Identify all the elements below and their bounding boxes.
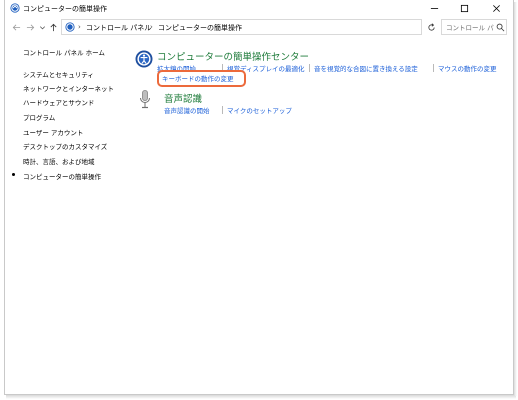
current-item-bullet: [12, 173, 15, 176]
chevron-down-icon: [39, 25, 45, 29]
set-up-microphone-link[interactable]: マイクのセットアップ: [227, 105, 292, 115]
search-icon[interactable]: [496, 23, 505, 32]
breadcrumb-ease-of-access[interactable]: コンピューターの簡単操作: [158, 23, 242, 33]
breadcrumb-control-panel[interactable]: コントロール パネル: [86, 23, 151, 33]
recent-locations-button[interactable]: [37, 22, 47, 32]
link-separator: [309, 64, 310, 72]
refresh-button[interactable]: [426, 21, 437, 33]
link-separator: [433, 64, 434, 72]
search-box[interactable]: [441, 19, 507, 35]
close-button[interactable]: [481, 0, 511, 17]
highlight-box: [157, 70, 246, 87]
minimize-icon: [430, 8, 438, 9]
microphone-icon: [140, 90, 150, 109]
minimize-button[interactable]: [419, 0, 449, 17]
start-speech-recognition-link[interactable]: 音声認識の開始: [164, 105, 210, 115]
up-button[interactable]: [48, 22, 58, 32]
sidebar-item-ease-of-access[interactable]: コンピューターの簡単操作: [12, 171, 101, 181]
link-separator: [222, 106, 223, 114]
ease-of-access-icon: [135, 50, 153, 68]
window-title: コンピューターの簡単操作: [23, 5, 107, 13]
sidebar-item-programs[interactable]: プログラム: [23, 112, 55, 122]
back-button[interactable]: [11, 22, 21, 32]
window-shadow: [514, 2, 517, 396]
ease-center-title[interactable]: コンピューターの簡単操作センター: [157, 49, 309, 63]
breadcrumb-separator: ›: [78, 23, 81, 31]
sidebar-item-label: コンピューターの簡単操作: [23, 173, 101, 181]
sidebar-item-system-security[interactable]: システムとセキュリティ: [23, 69, 94, 79]
up-arrow-icon: [50, 23, 56, 31]
sidebar-item-hardware-sound[interactable]: ハードウェアとサウンド: [23, 97, 94, 107]
window-shadow: [6, 395, 516, 399]
sidebar-item-user-accounts[interactable]: ユーザー アカウント: [23, 127, 83, 137]
title-bar: コンピューターの簡単操作: [5, 0, 513, 17]
speech-recognition-title[interactable]: 音声認識: [164, 91, 202, 105]
sidebar-item-appearance[interactable]: デスクトップのカスタマイズ: [23, 141, 107, 151]
forward-button[interactable]: [25, 22, 35, 32]
ease-of-access-icon: [65, 22, 75, 32]
sidebar-item-control-panel-home[interactable]: コントロール パネル ホーム: [23, 47, 105, 57]
breadcrumb-separator: ›: [150, 23, 153, 31]
maximize-icon: [460, 4, 468, 13]
back-arrow-icon: [12, 24, 20, 30]
ease-of-access-icon: [10, 3, 20, 13]
refresh-icon: [428, 22, 435, 31]
sidebar-item-network-internet[interactable]: ネットワークとインターネット: [23, 83, 114, 93]
window: コンピューターの簡単操作 › コントロール パネル › コンピューターの簡単操作…: [4, 0, 514, 395]
maximize-button[interactable]: [449, 0, 479, 17]
navigation-bar: › コントロール パネル › コンピューターの簡単操作: [5, 18, 513, 38]
close-icon: [492, 5, 500, 12]
search-input[interactable]: [446, 22, 494, 33]
address-bar[interactable]: › コントロール パネル › コンピューターの簡単操作: [61, 19, 475, 35]
forward-arrow-icon: [26, 24, 34, 30]
visual-alternatives-sounds-link[interactable]: 音を視覚的な合図に置き換える設定: [314, 63, 418, 73]
change-mouse-link[interactable]: マウスの動作の変更: [438, 63, 497, 73]
sidebar-item-clock-language-region[interactable]: 時計、言語、および地域: [23, 156, 95, 166]
